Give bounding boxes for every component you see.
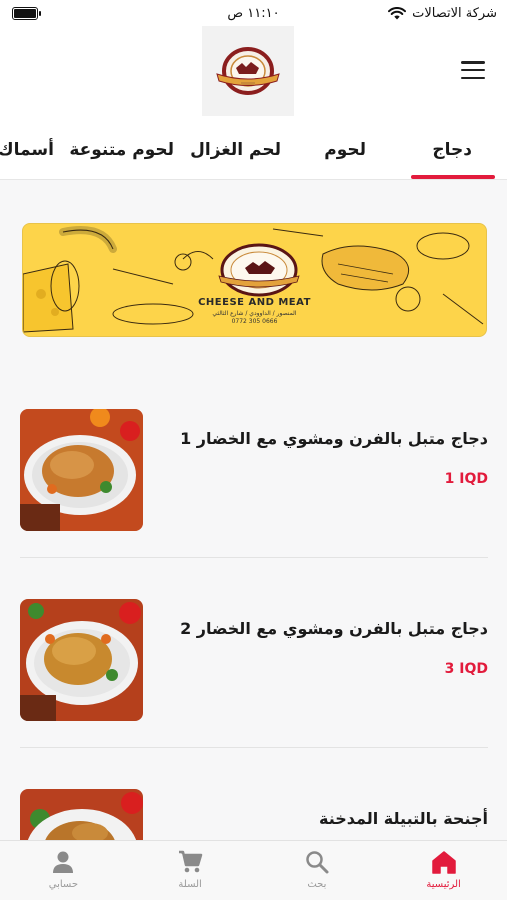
store-logo bbox=[202, 26, 294, 116]
active-tab-indicator bbox=[411, 175, 495, 179]
promo-banner[interactable]: CHEESE AND MEAT المنصور / الداوودي / شار… bbox=[22, 223, 487, 337]
product-title: دجاج متبل بالفرن ومشوي مع الخضار 2 bbox=[180, 619, 488, 638]
cheese-and-meat-logo-icon bbox=[216, 47, 280, 95]
nav-account[interactable]: حسابي bbox=[0, 841, 127, 900]
hamburger-menu-button[interactable] bbox=[459, 58, 487, 82]
product-card[interactable]: دجاج متبل بالفرن ومشوي مع الخضار 2 3 IQD bbox=[20, 599, 488, 723]
tab-fish[interactable]: أسماك bbox=[0, 140, 54, 160]
carrier-name: شركة الاتصالات bbox=[412, 5, 497, 21]
battery-icon bbox=[12, 6, 41, 20]
tab-fish-label: أسماك bbox=[0, 140, 54, 160]
product-title: أجنحة بالتبيلة المدخنة bbox=[319, 809, 488, 828]
cart-icon bbox=[179, 850, 203, 873]
menu-line bbox=[461, 68, 485, 72]
wifi-icon bbox=[388, 6, 407, 19]
menu-line bbox=[461, 61, 485, 64]
app-header bbox=[0, 26, 507, 126]
status-right: شركة الاتصالات bbox=[388, 6, 497, 21]
category-tabs: دجاج لحوم لحم الغزال لحوم متنوعة أسماك bbox=[0, 126, 507, 180]
list-divider bbox=[20, 747, 488, 748]
user-icon bbox=[53, 851, 74, 873]
nav-search[interactable]: بحث bbox=[254, 841, 381, 900]
banner-phone: 0772 305 0666 bbox=[231, 318, 278, 325]
tab-chicken[interactable]: دجاج bbox=[432, 140, 472, 160]
home-icon bbox=[431, 851, 456, 874]
tab-meat[interactable]: لحوم bbox=[324, 140, 366, 160]
product-price: 3 IQD bbox=[444, 661, 488, 677]
menu-line bbox=[461, 76, 485, 79]
roast-chicken-image bbox=[20, 599, 143, 721]
product-card[interactable]: دجاج متبل بالفرن ومشوي مع الخضار 1 1 IQD bbox=[20, 409, 488, 533]
bottom-navigation: حسابي السلة بحث الرئيسية bbox=[0, 840, 507, 900]
product-price: 1 IQD bbox=[444, 471, 488, 487]
status-bar: ١١:١٠ ص شركة الاتصالات bbox=[0, 0, 507, 26]
nav-search-label: بحث bbox=[307, 879, 327, 890]
banner-brand-name: CHEESE AND MEAT bbox=[198, 297, 311, 308]
nav-cart[interactable]: السلة bbox=[127, 841, 254, 900]
search-icon bbox=[306, 851, 329, 874]
banner-address: المنصور / الداوودي / شارع الثالثي bbox=[212, 310, 297, 317]
nav-home-label: الرئيسية bbox=[426, 879, 461, 890]
nav-home[interactable]: الرئيسية bbox=[380, 841, 507, 900]
nav-account-label: حسابي bbox=[48, 879, 79, 890]
product-image[interactable] bbox=[20, 409, 143, 531]
product-image[interactable] bbox=[20, 599, 143, 721]
product-title: دجاج متبل بالفرن ومشوي مع الخضار 1 bbox=[180, 429, 488, 448]
status-left bbox=[12, 6, 212, 20]
list-divider bbox=[20, 557, 488, 558]
tab-assorted-meat[interactable]: لحوم متنوعة bbox=[69, 140, 174, 160]
nav-cart-label: السلة bbox=[178, 879, 202, 890]
roast-chicken-image bbox=[20, 409, 143, 531]
tab-deer-meat[interactable]: لحم الغزال bbox=[190, 140, 281, 160]
